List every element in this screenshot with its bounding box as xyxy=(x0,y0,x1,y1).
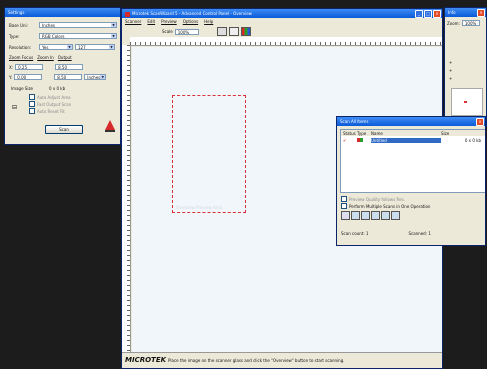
preview-caption: Overview Preview Area xyxy=(176,205,223,210)
width-input[interactable]: 8.50 xyxy=(55,64,84,70)
multiple-scans-label: Perform Multiple Scans in One Operation xyxy=(349,203,431,209)
zoom-select[interactable]: 100% xyxy=(461,20,480,26)
info-panel: Info × Zoom: 100% + + + xyxy=(444,7,487,127)
scan-jobs-title: Scan All Items × xyxy=(337,117,485,126)
scan-jobs-dialog: Scan All Items × Status Type Name Size ✔… xyxy=(336,116,486,246)
col-name[interactable]: Name xyxy=(371,131,441,136)
job-list: Status Type Name Size ✔ Untitled 0 x 0 k… xyxy=(340,129,485,193)
info-item: + xyxy=(449,68,453,73)
settings-title: Settings xyxy=(5,8,120,17)
scan-button[interactable]: Scan xyxy=(45,125,83,134)
info-close-button[interactable]: × xyxy=(477,9,485,17)
height-input[interactable]: 8.50 xyxy=(54,74,83,80)
resolution-label: Resolution: xyxy=(9,44,32,50)
tab-zoom-focus[interactable]: Zoom Focus xyxy=(9,55,33,60)
preview-quality-checkbox[interactable] xyxy=(341,196,347,202)
delete-job-icon[interactable] xyxy=(381,211,390,220)
job-list-header: Status Type Name Size xyxy=(341,130,485,136)
info-item: + xyxy=(449,60,453,65)
table-row[interactable]: ✔ Untitled 0 x 0 kb xyxy=(341,137,485,143)
add-job-icon[interactable] xyxy=(341,211,350,220)
info-title: Info × xyxy=(445,8,486,17)
zoom-icon[interactable] xyxy=(216,27,227,36)
resolution-mode-select[interactable]: Yes ▼ xyxy=(39,44,73,50)
chevron-down-icon: ▼ xyxy=(67,45,72,49)
checkmark-icon: ✔ xyxy=(343,137,347,143)
thumbnail xyxy=(451,88,483,116)
main-title-bar: Microtek ScanWizard 5 - Advanced Control… xyxy=(122,9,442,18)
x-input[interactable]: 0.25 xyxy=(15,64,44,70)
auto-adjust-label: Auto Adjust Area xyxy=(37,94,71,100)
col-size[interactable]: Size xyxy=(441,131,481,136)
copy-job-icon[interactable] xyxy=(351,211,360,220)
zoom-label: Zoom: xyxy=(447,20,460,26)
y-label: Y: xyxy=(9,74,13,80)
main-title: Microtek ScanWizard 5 - Advanced Control… xyxy=(132,11,252,16)
type-select[interactable]: RGB Colors ▼ xyxy=(39,33,117,39)
tab-output[interactable]: Output xyxy=(58,55,72,60)
auto-reset-label: Auto Reset Fit xyxy=(37,108,65,114)
lock-icon: ⊟ xyxy=(12,104,18,111)
fast-output-checkbox[interactable] xyxy=(29,101,35,107)
scanned-label: Scanned: 1 xyxy=(408,231,431,236)
image-size-label: Image Size xyxy=(11,86,34,91)
app-icon xyxy=(125,11,130,17)
minimize-button[interactable]: _ xyxy=(415,10,423,18)
menu-bar: Scanner Edit Preview Options Help xyxy=(122,18,442,25)
col-type[interactable]: Type xyxy=(357,131,371,136)
close-button[interactable]: × xyxy=(433,10,441,18)
scan-jobs-close-button[interactable]: × xyxy=(476,118,484,126)
unit-select[interactable]: Inches ▼ xyxy=(84,74,107,80)
base-unit-label: Base Uni: xyxy=(9,22,28,28)
scan-frame[interactable] xyxy=(172,95,246,213)
settings-icon[interactable] xyxy=(391,211,400,220)
chevron-down-icon: ▼ xyxy=(111,34,116,38)
horizontal-ruler xyxy=(130,37,442,46)
job-toolbar xyxy=(341,211,400,220)
settings-panel: Settings Base Uni: Inches ▼ Type: RGB Col… xyxy=(4,7,121,145)
maximize-button[interactable]: □ xyxy=(424,10,432,18)
logo-icon xyxy=(105,120,115,132)
job-size: 0 x 0 kb xyxy=(464,137,481,143)
image-size-value: 0 x 0 kb xyxy=(49,86,66,91)
menu-scanner[interactable]: Scanner xyxy=(125,18,141,25)
vertical-ruler xyxy=(122,45,131,352)
tab-zoom-in[interactable]: Zoom In xyxy=(37,55,54,60)
microtek-logo: MICROTEK xyxy=(125,356,167,364)
move-up-icon[interactable] xyxy=(361,211,370,220)
auto-adjust-checkbox[interactable] xyxy=(29,94,35,100)
chevron-down-icon: ▼ xyxy=(109,45,114,49)
scale-select[interactable]: 100% xyxy=(174,28,199,35)
info-item: + xyxy=(449,76,453,81)
y-input[interactable]: 0.00 xyxy=(14,74,43,80)
base-unit-select[interactable]: Inches ▼ xyxy=(39,22,117,28)
status-text: Place the image on the scanner glass and… xyxy=(168,358,345,363)
x-label: X: xyxy=(9,64,14,70)
preview-quality-label: Preview Quality follows Res. xyxy=(349,196,405,202)
menu-preview[interactable]: Preview xyxy=(161,18,177,25)
menu-help[interactable]: Help xyxy=(204,18,213,25)
scale-label: Scale xyxy=(162,29,173,34)
multiple-scans-checkbox[interactable] xyxy=(341,203,347,209)
type-label: Type: xyxy=(9,33,20,39)
toolbar: Scale 100% xyxy=(162,27,251,36)
job-name: Untitled xyxy=(371,137,441,143)
chevron-down-icon: ▼ xyxy=(111,23,116,27)
auto-reset-checkbox[interactable] xyxy=(29,108,35,114)
menu-options[interactable]: Options xyxy=(183,18,198,25)
color-type-icon xyxy=(357,137,371,143)
col-status[interactable]: Status xyxy=(341,131,357,136)
resolution-value-select[interactable]: 127 ▼ xyxy=(75,44,115,50)
status-bar: MICROTEK Place the image on the scanner … xyxy=(122,352,442,368)
chevron-down-icon: ▼ xyxy=(100,75,106,79)
menu-edit[interactable]: Edit xyxy=(147,18,155,25)
hand-icon[interactable] xyxy=(228,27,239,36)
scan-count-label: Scan count: 1 xyxy=(341,231,369,236)
colors-icon[interactable] xyxy=(240,27,251,36)
move-down-icon[interactable] xyxy=(371,211,380,220)
fast-output-label: Fast Output Scan xyxy=(37,101,72,107)
